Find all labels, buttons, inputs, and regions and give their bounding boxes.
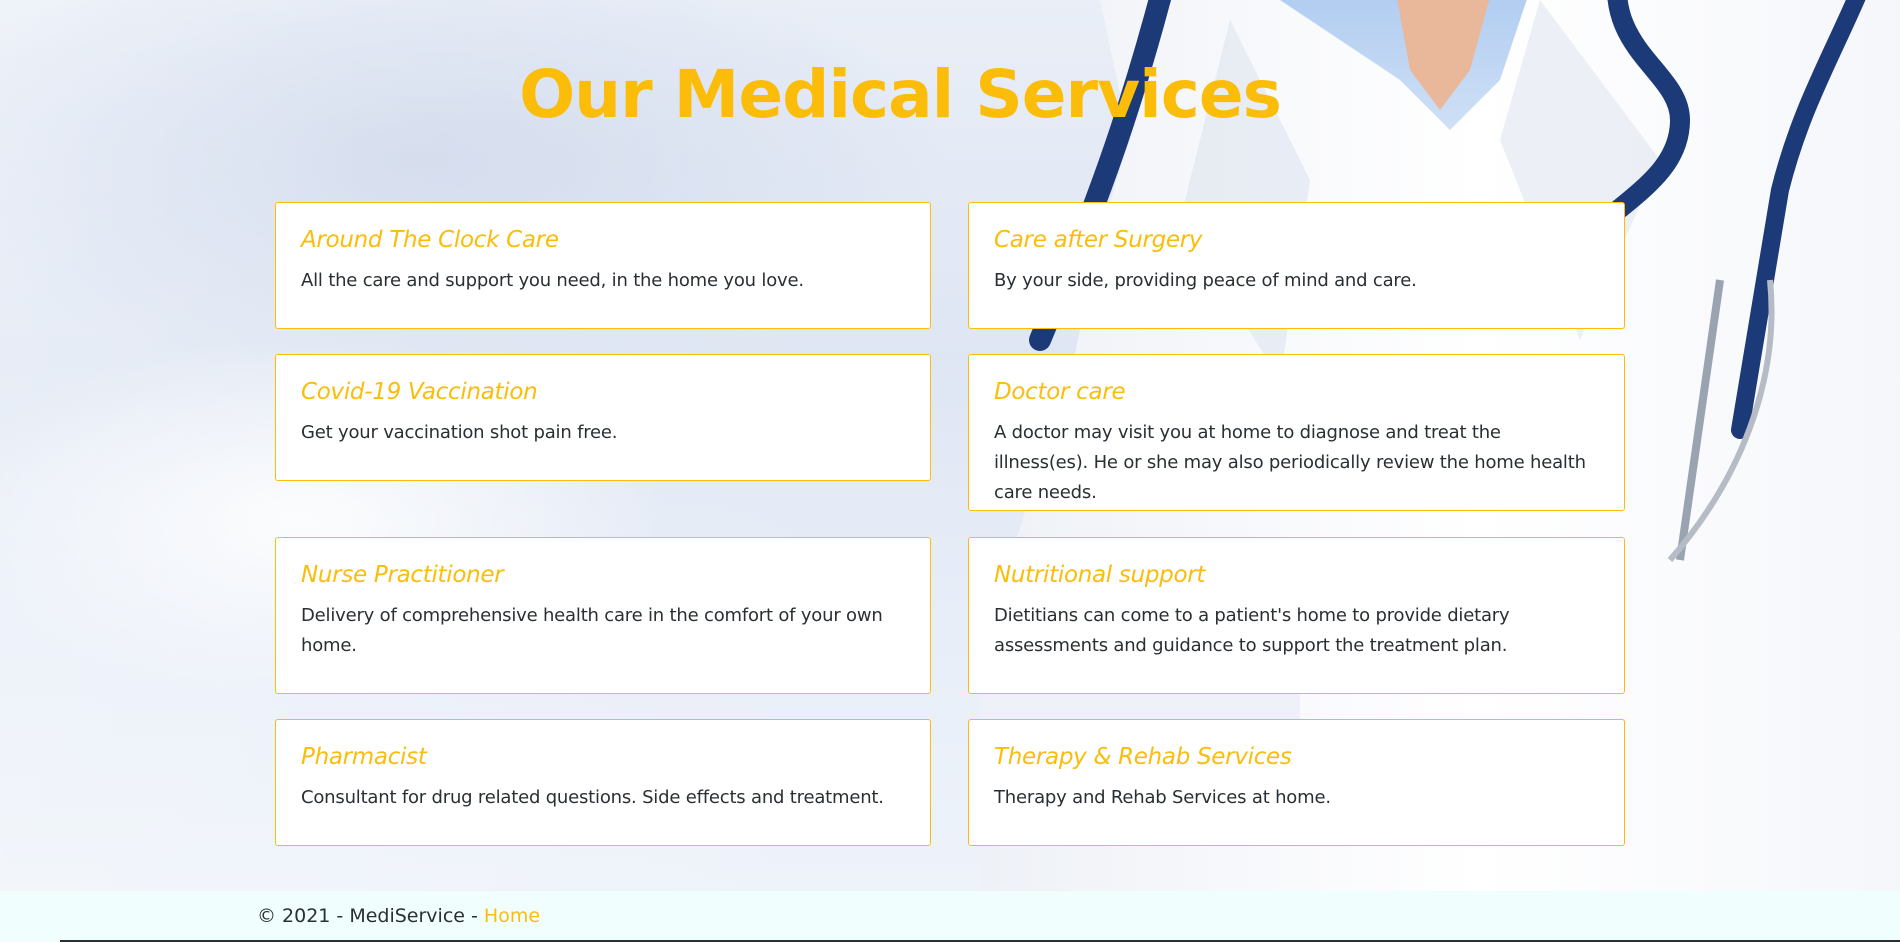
service-card-description: Dietitians can come to a patient's home … <box>994 605 1510 656</box>
service-card-description: Get your vaccination shot pain free. <box>301 422 618 443</box>
footer-text: © 2021 - MediService - Home <box>257 905 540 927</box>
service-card-description: Consultant for drug related questions. S… <box>301 787 884 808</box>
service-card-title: Pharmacist <box>301 744 427 770</box>
service-card: Pharmacist Consultant for drug related q… <box>275 719 931 846</box>
service-card: Covid-19 Vaccination Get your vaccinatio… <box>275 354 931 481</box>
footer: © 2021 - MediService - Home <box>0 891 1900 942</box>
service-card-description: All the care and support you need, in th… <box>301 270 804 291</box>
service-card-title: Around The Clock Care <box>301 227 559 253</box>
service-card-description: Delivery of comprehensive health care in… <box>301 605 883 656</box>
footer-copyright: © 2021 - MediService - <box>257 905 484 927</box>
service-card-description: Therapy and Rehab Services at home. <box>994 787 1331 808</box>
service-card: Doctor care A doctor may visit you at ho… <box>968 354 1625 511</box>
service-card: Nurse Practitioner Delivery of comprehen… <box>275 537 931 694</box>
page-title: Our Medical Services <box>519 56 1282 133</box>
service-card-title: Nurse Practitioner <box>301 562 504 588</box>
service-card-description: By your side, providing peace of mind an… <box>994 270 1417 291</box>
service-card: Nutritional support Dietitians can come … <box>968 537 1625 694</box>
service-card-title: Therapy & Rehab Services <box>994 744 1292 770</box>
service-card: Care after Surgery By your side, providi… <box>968 202 1625 329</box>
service-card-title: Covid-19 Vaccination <box>301 379 538 405</box>
service-card: Therapy & Rehab Services Therapy and Reh… <box>968 719 1625 846</box>
service-card-title: Care after Surgery <box>994 227 1203 253</box>
service-card-description: A doctor may visit you at home to diagno… <box>994 422 1586 503</box>
service-card-title: Doctor care <box>994 379 1126 405</box>
service-card: Around The Clock Care All the care and s… <box>275 202 931 329</box>
footer-home-link[interactable]: Home <box>484 905 540 927</box>
service-card-title: Nutritional support <box>994 562 1206 588</box>
